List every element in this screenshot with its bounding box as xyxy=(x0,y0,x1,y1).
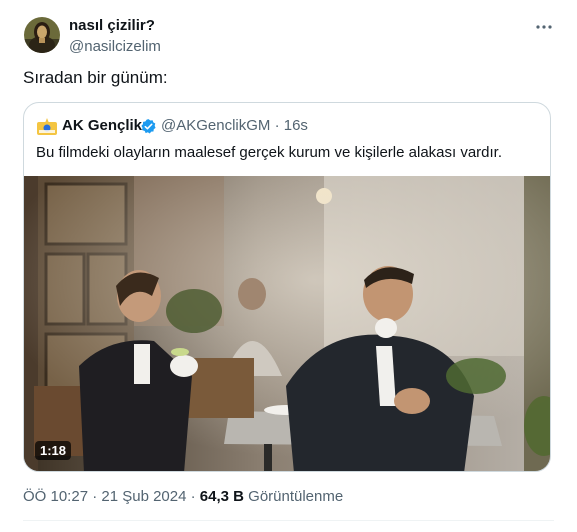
quoted-post-text: Bu filmdeki olayların maalesef gerçek ku… xyxy=(36,144,503,161)
post-text: Sıradan bir günüm: xyxy=(23,68,168,87)
quoted-post[interactable]: AK Gençlik @AKGenclikGM · 16s Bu filmdek… xyxy=(23,102,551,472)
quoted-author-avatar[interactable] xyxy=(36,116,58,136)
quoted-author-handle-time[interactable]: @AKGenclikGM · 16s xyxy=(161,117,308,134)
divider xyxy=(23,520,554,521)
post-timestamp[interactable]: ÖÖ 10:27 · 21 Şub 2024 · xyxy=(23,488,200,505)
post-card: nasıl çizilir? @nasilcizelim Sıradan bir… xyxy=(0,0,577,532)
video-player[interactable]: 1:18 xyxy=(24,176,550,471)
verified-badge-icon xyxy=(140,118,157,135)
views-label: Görüntülenme xyxy=(243,488,344,505)
author-avatar[interactable] xyxy=(24,17,60,53)
more-options-button[interactable] xyxy=(531,14,557,40)
post-meta: ÖÖ 10:27 · 21 Şub 2024 · 64,3 B Görüntül… xyxy=(23,488,343,505)
author-handle[interactable]: @nasilcizelim xyxy=(69,38,161,55)
mona-lisa-avatar-icon xyxy=(24,17,60,53)
views-count: 64,3 B xyxy=(199,488,244,505)
ak-party-logo-icon xyxy=(37,118,57,135)
video-thumbnail xyxy=(24,176,550,471)
ellipsis-icon xyxy=(536,25,552,29)
quoted-author-name[interactable]: AK Gençlik xyxy=(62,117,142,134)
author-name[interactable]: nasıl çizilir? xyxy=(69,17,155,34)
video-duration-badge: 1:18 xyxy=(35,441,72,460)
